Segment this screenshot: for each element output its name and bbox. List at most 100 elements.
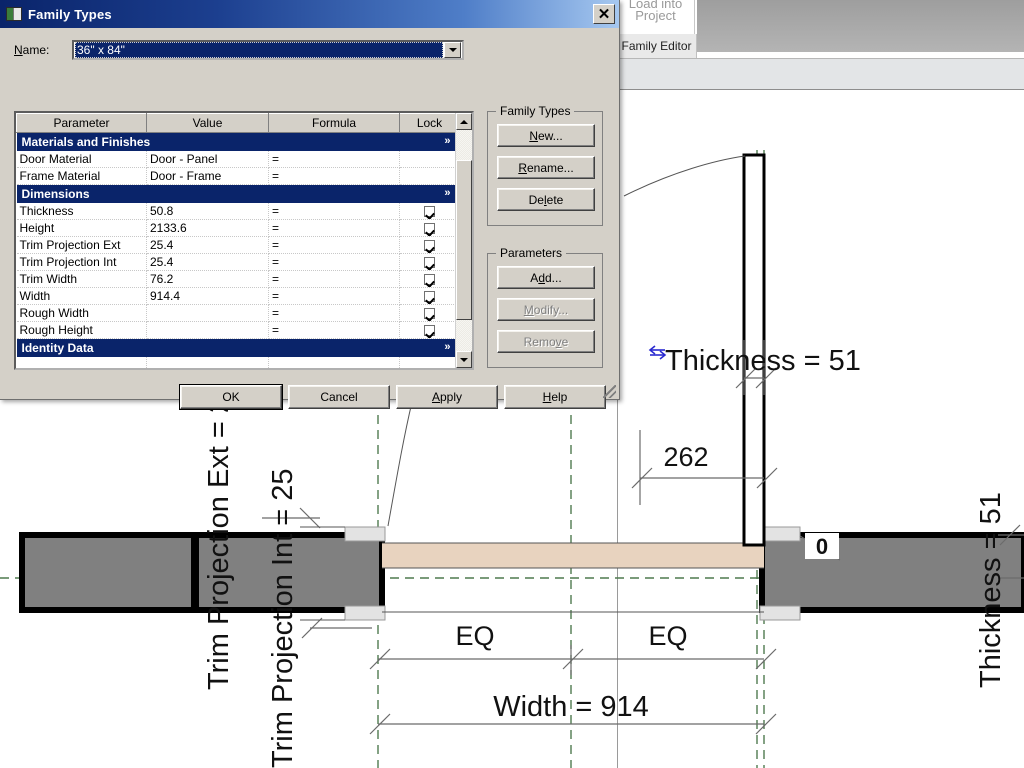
flip-control-icon[interactable]: [648, 345, 667, 360]
cell-formula[interactable]: =: [268, 236, 400, 254]
cell-value[interactable]: 25.4: [146, 253, 269, 271]
apply-button[interactable]: Apply: [396, 385, 498, 409]
cell-value[interactable]: 914.4: [146, 287, 269, 305]
lock-checkbox-icon[interactable]: [424, 308, 435, 320]
cell-parameter[interactable]: Trim Projection Ext: [16, 236, 147, 254]
cancel-button[interactable]: Cancel: [288, 385, 390, 409]
table-row[interactable]: Frame Material Door - Frame =: [16, 167, 455, 185]
lock-checkbox-icon[interactable]: [424, 223, 435, 235]
cell-parameter[interactable]: Frame Material: [16, 167, 147, 185]
lock-checkbox-icon[interactable]: [424, 325, 435, 337]
table-row[interactable]: [16, 356, 455, 368]
lock-checkbox-icon[interactable]: [424, 206, 435, 218]
group-collapse-icon[interactable]: »: [444, 135, 450, 147]
cell-lock[interactable]: [399, 202, 455, 220]
cell-value[interactable]: 50.8: [146, 202, 269, 220]
scrollbar-track[interactable]: [456, 130, 472, 351]
lock-checkbox-icon[interactable]: [424, 240, 435, 252]
cell-parameter[interactable]: Rough Width: [16, 304, 147, 322]
parameters-table-body[interactable]: Parameter Value Formula Lock Materials a…: [16, 113, 455, 368]
cell-lock[interactable]: [399, 253, 455, 271]
add-parameter-button[interactable]: Add...: [497, 266, 595, 289]
cell-lock[interactable]: [399, 270, 455, 288]
dialog-titlebar[interactable]: Family Types ✕: [0, 0, 619, 28]
cell-formula[interactable]: =: [268, 287, 400, 305]
cell-parameter[interactable]: Trim Projection Int: [16, 253, 147, 271]
parameter-group-row[interactable]: Materials and Finishes»: [16, 132, 455, 151]
cell-lock[interactable]: [399, 219, 455, 237]
cell-lock[interactable]: [399, 167, 455, 185]
cell-lock[interactable]: [399, 287, 455, 305]
resize-grip[interactable]: [603, 385, 616, 398]
cell-formula[interactable]: =: [268, 202, 400, 220]
cell-lock[interactable]: [399, 304, 455, 322]
parameter-group-row[interactable]: Identity Data»: [16, 338, 455, 357]
ok-button[interactable]: OK: [180, 385, 282, 409]
table-row[interactable]: Width 914.4 =: [16, 287, 455, 305]
cell-value[interactable]: 2133.6: [146, 219, 269, 237]
table-row[interactable]: Door Material Door - Panel =: [16, 150, 455, 168]
cell-value[interactable]: Door - Panel: [146, 150, 269, 168]
table-row[interactable]: Rough Width =: [16, 304, 455, 322]
cell-formula[interactable]: =: [268, 253, 400, 271]
cell-formula[interactable]: =: [268, 270, 400, 288]
table-row[interactable]: Trim Projection Int 25.4 =: [16, 253, 455, 271]
name-input[interactable]: 36" x 84": [75, 42, 443, 58]
cell-formula[interactable]: =: [268, 321, 400, 339]
cell-parameter[interactable]: Height: [16, 219, 147, 237]
column-header-parameter[interactable]: Parameter: [16, 113, 147, 133]
name-combobox[interactable]: 36" x 84": [72, 40, 464, 60]
cell-formula[interactable]: =: [268, 219, 400, 237]
cell-formula[interactable]: =: [268, 150, 400, 168]
delete-button[interactable]: Delete: [497, 188, 595, 211]
column-header-lock[interactable]: Lock: [399, 113, 455, 133]
table-scrollbar[interactable]: [455, 113, 472, 368]
group-collapse-icon[interactable]: »: [444, 187, 450, 199]
cell-value[interactable]: Door - Frame: [146, 167, 269, 185]
cell-value[interactable]: [146, 356, 269, 368]
lock-checkbox-icon[interactable]: [424, 274, 435, 286]
cell-parameter[interactable]: Width: [16, 287, 147, 305]
cell-lock[interactable]: [399, 356, 455, 368]
cell-parameter[interactable]: Trim Width: [16, 270, 147, 288]
cell-formula[interactable]: =: [268, 167, 400, 185]
cell-parameter[interactable]: Thickness: [16, 202, 147, 220]
column-header-formula[interactable]: Formula: [268, 113, 400, 133]
lock-checkbox-icon[interactable]: [424, 291, 435, 303]
cell-value[interactable]: 25.4: [146, 236, 269, 254]
lock-checkbox-icon[interactable]: [424, 257, 435, 269]
chevron-down-icon[interactable]: [444, 42, 461, 58]
parameter-group-row[interactable]: Dimensions»: [16, 184, 455, 203]
width-dimension-group[interactable]: Width = 914: [369, 691, 777, 735]
table-row[interactable]: Trim Projection Ext 25.4 =: [16, 236, 455, 254]
cell-value[interactable]: [146, 304, 269, 322]
column-header-value[interactable]: Value: [146, 113, 269, 133]
cell-parameter[interactable]: Door Material: [16, 150, 147, 168]
table-row[interactable]: Thickness 50.8 =: [16, 202, 455, 220]
eq-dimension-chain[interactable]: EQ EQ: [369, 621, 777, 675]
close-icon[interactable]: ✕: [593, 4, 615, 24]
cell-value[interactable]: [146, 321, 269, 339]
help-button[interactable]: Help: [504, 385, 606, 409]
family-types-dialog[interactable]: Family Types ✕ Name: 36" x 84" Parameter…: [0, 0, 620, 409]
cell-parameter[interactable]: Rough Height: [16, 321, 147, 339]
scroll-up-icon[interactable]: [456, 113, 472, 130]
new-button[interactable]: New...: [497, 124, 595, 147]
scrollbar-thumb[interactable]: [456, 160, 472, 320]
cell-formula[interactable]: =: [268, 304, 400, 322]
group-collapse-icon[interactable]: »: [444, 341, 450, 353]
dimension-zero-group[interactable]: 0: [799, 533, 841, 561]
table-row[interactable]: Height 2133.6 =: [16, 219, 455, 237]
table-row[interactable]: Trim Width 76.2 =: [16, 270, 455, 288]
table-row[interactable]: Rough Height =: [16, 321, 455, 339]
wall-left-outer[interactable]: [19, 532, 197, 613]
scroll-down-icon[interactable]: [456, 351, 472, 368]
rename-button[interactable]: Rename...: [497, 156, 595, 179]
cell-lock[interactable]: [399, 321, 455, 339]
cell-lock[interactable]: [399, 150, 455, 168]
cell-parameter[interactable]: [16, 356, 147, 368]
cell-lock[interactable]: [399, 236, 455, 254]
parameters-table[interactable]: Parameter Value Formula Lock Materials a…: [14, 111, 474, 370]
cell-formula[interactable]: [268, 356, 400, 368]
cell-value[interactable]: 76.2: [146, 270, 269, 288]
